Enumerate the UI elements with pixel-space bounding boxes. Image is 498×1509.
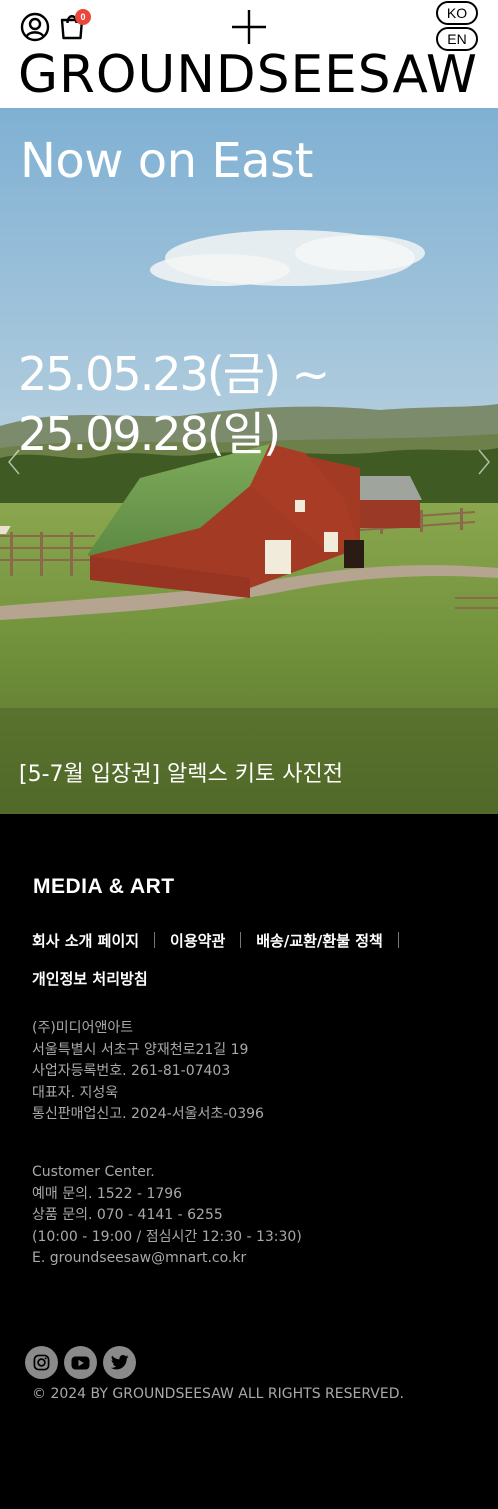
- footer-link-about[interactable]: 회사 소개 페이지: [32, 930, 139, 951]
- site-header: 0 KO EN GROUNDSEESAW: [0, 0, 498, 108]
- business-hours: (10:00 - 19:00 / 점심시간 12:30 - 13:30): [32, 1228, 302, 1245]
- user-account-icon[interactable]: [20, 12, 50, 42]
- link-divider: [397, 932, 399, 948]
- hero-headline: Now on East: [20, 133, 313, 189]
- carousel-prev-icon[interactable]: [6, 448, 22, 476]
- company-address: 서울특별시 서초구 양재천로21길 19: [32, 1041, 249, 1058]
- ticket-inquiry-phone: 예매 문의. 1522 - 1796: [32, 1185, 183, 1202]
- site-logo[interactable]: GROUNDSEESAW: [18, 46, 480, 100]
- hero-exhibition-title[interactable]: [5-7월 입장권] 알렉스 키토 사진전: [19, 756, 343, 788]
- ecommerce-license: 통신판매업신고. 2024-서울서초-0396: [32, 1106, 264, 1123]
- product-inquiry-phone: 상품 문의. 070 - 4141 - 6255: [32, 1207, 223, 1224]
- cart-count-badge: 0: [75, 9, 91, 25]
- hero-date-end: 25.09.28(일): [18, 407, 281, 461]
- svg-text:GROUNDSEESAW: GROUNDSEESAW: [18, 46, 478, 100]
- language-ko-button[interactable]: KO: [436, 1, 478, 25]
- site-footer: MEDIA & ART 회사 소개 페이지 이용약관 배송/교환/환불 정책 개…: [0, 814, 498, 1509]
- hero-banner[interactable]: Now on East 25.05.23(금) ~ 25.09.28(일) [5…: [0, 108, 498, 814]
- youtube-icon[interactable]: [64, 1346, 97, 1379]
- instagram-icon[interactable]: [25, 1346, 58, 1379]
- copyright-text: © 2024 BY GROUNDSEESAW ALL RIGHTS RESERV…: [32, 1386, 404, 1402]
- footer-link-privacy[interactable]: 개인정보 처리방침: [32, 968, 148, 989]
- link-divider: [240, 932, 242, 948]
- customer-center-info: Customer Center. 예매 문의. 1522 - 1796 상품 문…: [32, 1162, 302, 1270]
- customer-center-title: Customer Center.: [32, 1164, 155, 1180]
- footer-links: 회사 소개 페이지 이용약관 배송/교환/환불 정책 개인정보 처리방침: [32, 930, 472, 988]
- social-links: [25, 1346, 136, 1379]
- footer-brand: MEDIA & ART: [33, 875, 175, 898]
- hero-date-start: 25.05.23(금) ~: [18, 347, 330, 401]
- link-divider: [154, 932, 156, 948]
- ceo-name: 대표자. 지성욱: [32, 1084, 119, 1101]
- company-name: (주)미디어앤아트: [32, 1020, 134, 1036]
- carousel-next-icon[interactable]: [476, 448, 492, 476]
- footer-link-shipping-policy[interactable]: 배송/교환/환불 정책: [256, 930, 383, 951]
- business-number: 사업자등록번호. 261-81-07403: [32, 1063, 231, 1080]
- company-info: (주)미디어앤아트 서울특별시 서초구 양재천로21길 19 사업자등록번호. …: [32, 1018, 264, 1126]
- twitter-icon[interactable]: [103, 1346, 136, 1379]
- footer-link-terms[interactable]: 이용약관: [170, 930, 225, 951]
- menu-plus-icon[interactable]: [231, 10, 267, 44]
- contact-email[interactable]: E. groundseesaw@mnart.co.kr: [32, 1248, 302, 1270]
